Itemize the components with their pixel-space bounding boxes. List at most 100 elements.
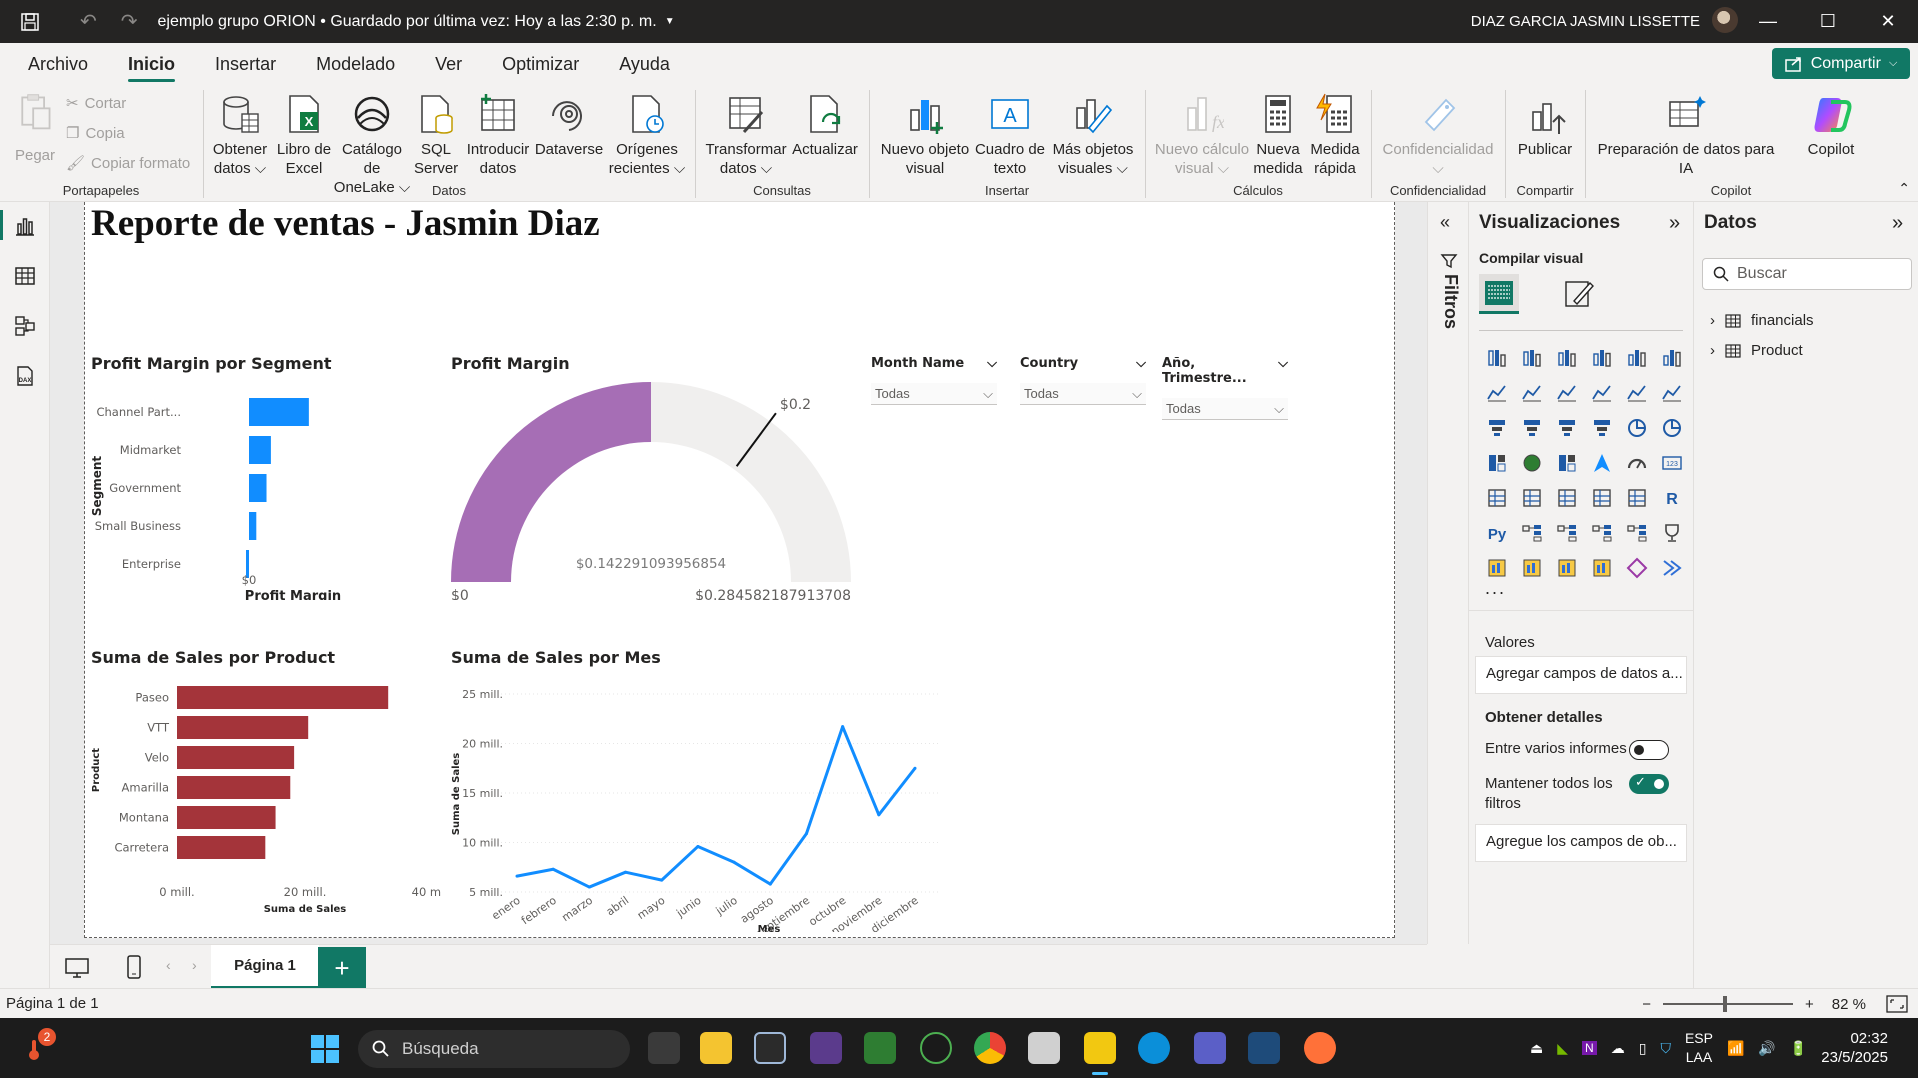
r-visual-icon[interactable]: R — [1654, 480, 1689, 515]
stacked-column-icon[interactable] — [1514, 340, 1549, 375]
tab-modelado[interactable]: Modelado — [296, 43, 415, 86]
chevron-right-icon[interactable]: › — [1710, 312, 1715, 329]
onenote-icon[interactable]: N — [1582, 1041, 1597, 1055]
ai-data-prep-button[interactable]: Preparación de datos para IA — [1596, 92, 1776, 178]
enter-data-button[interactable]: Introducir datos — [466, 92, 530, 178]
app-icon[interactable] — [1028, 1032, 1060, 1064]
zoom-in-button[interactable]: + — [1805, 996, 1814, 1013]
redo-icon[interactable]: ↷ — [121, 9, 138, 34]
more-visuals-button[interactable]: Más objetos visuales ⌵ — [1050, 92, 1136, 178]
task-view-icon[interactable] — [648, 1032, 680, 1064]
map-icon[interactable] — [1514, 445, 1549, 480]
profit-margin-gauge[interactable]: $0.2 $0.142291093956854 $0 $0.2845821879137… — [445, 376, 865, 600]
zoom-slider-thumb[interactable] — [1723, 996, 1728, 1012]
volume-icon[interactable]: 🔊 — [1758, 1040, 1775, 1057]
table-financials[interactable]: › financials — [1710, 312, 1814, 329]
teams-icon[interactable] — [1194, 1032, 1226, 1064]
table-product[interactable]: › Product — [1710, 342, 1803, 359]
mobile-layout-icon[interactable] — [126, 955, 142, 979]
zoom-level[interactable]: 82 % — [1832, 996, 1866, 1013]
expand-icon[interactable]: « — [1440, 212, 1450, 233]
format-painter-button[interactable]: 🖌 Copiar formato — [66, 154, 190, 173]
qa-icon[interactable] — [1584, 515, 1619, 550]
excel-button[interactable]: X Libro de Excel — [274, 92, 334, 178]
nvidia-icon[interactable]: ◣ — [1557, 1040, 1568, 1057]
chevron-down-icon[interactable]: ⌵ — [1136, 356, 1146, 371]
firefox-icon[interactable] — [1304, 1032, 1336, 1064]
mongodb-icon[interactable] — [920, 1032, 952, 1064]
report-title[interactable]: Reporte de ventas - Jasmin Diaz — [91, 202, 600, 245]
ribbon-icon[interactable] — [1479, 410, 1514, 445]
values-field-well[interactable]: Agregar campos de datos a... — [1475, 656, 1687, 694]
tab-ayuda[interactable]: Ayuda — [599, 43, 690, 86]
matrix-icon[interactable] — [1619, 480, 1654, 515]
python-visual-icon[interactable]: Py — [1479, 515, 1514, 550]
chevron-down-icon[interactable]: ⌵ — [1278, 356, 1288, 386]
slicer-month-name[interactable]: Month Name ⌵ Todas ⌵ — [871, 356, 997, 405]
gauge-icon[interactable] — [1619, 445, 1654, 480]
clustered-bar-icon[interactable] — [1549, 340, 1584, 375]
area-icon[interactable] — [1514, 375, 1549, 410]
power-bi-icon[interactable] — [1084, 1032, 1116, 1064]
slicer-dropdown[interactable]: Todas ⌵ — [1020, 383, 1146, 405]
battery-icon[interactable]: 🔋 — [1790, 1040, 1807, 1057]
power-automate-icon[interactable] — [1549, 550, 1584, 585]
chevron-down-icon[interactable]: ⌵ — [987, 356, 997, 371]
close-button[interactable]: ✕ — [1858, 0, 1918, 43]
refresh-button[interactable]: Actualizar — [788, 92, 862, 159]
decomposition-tree-icon[interactable] — [1549, 515, 1584, 550]
document-title[interactable]: ejemplo grupo ORION • Guardado por últim… — [158, 13, 657, 31]
slicer-dropdown[interactable]: Todas ⌵ — [1162, 398, 1288, 420]
zoom-slider[interactable] — [1663, 996, 1794, 1012]
new-measure-button[interactable]: Nueva medida — [1250, 92, 1306, 178]
get-data-button[interactable]: Obtener datos ⌵ — [210, 92, 270, 178]
page-tab-1[interactable]: Página 1 — [211, 945, 319, 989]
100-bar-icon[interactable] — [1619, 340, 1654, 375]
waterfall-icon[interactable] — [1514, 410, 1549, 445]
report-page[interactable]: Reporte de ventas - Jasmin Diaz Profit M… — [84, 202, 1395, 938]
clock[interactable]: 02:32 23/5/2025 — [1821, 1029, 1888, 1067]
new-visual-button[interactable]: Nuevo objeto visual — [880, 92, 970, 178]
add-page-button[interactable]: + — [318, 947, 366, 989]
keep-filters-toggle[interactable]: ✓ — [1629, 774, 1669, 794]
data-search-input[interactable]: Buscar — [1702, 258, 1912, 290]
card-icon[interactable]: 123 — [1654, 445, 1689, 480]
minimize-button[interactable]: — — [1738, 0, 1798, 43]
snipping-tool-icon[interactable] — [810, 1032, 842, 1064]
avatar[interactable] — [1712, 7, 1738, 33]
goals-icon[interactable] — [1654, 515, 1689, 550]
windows-start-icon[interactable] — [310, 1034, 340, 1064]
multi-row-card-icon[interactable] — [1479, 480, 1514, 515]
sales-product-chart[interactable]: Paseo VTT Velo Amarilla Montana Carretera Prod… — [89, 670, 441, 932]
sales-month-chart[interactable]: 5 mill. 10 mill. 15 mill. 20 mill. 25 mill. S… — [445, 670, 1029, 932]
tab-archivo[interactable]: Archivo — [8, 43, 108, 86]
desktop-layout-icon[interactable] — [64, 957, 90, 979]
collapse-pane-icon[interactable]: » — [1669, 212, 1680, 235]
format-visual-icon[interactable] — [1563, 278, 1595, 310]
chevron-right-icon[interactable]: › — [192, 957, 197, 973]
slicer-country[interactable]: Country ⌵ Todas ⌵ — [1020, 356, 1146, 405]
donut-icon[interactable] — [1654, 410, 1689, 445]
scatter-icon[interactable] — [1584, 410, 1619, 445]
key-influencers-icon[interactable] — [1514, 515, 1549, 550]
chevron-down-icon[interactable]: ▼ — [665, 16, 675, 27]
tab-inicio[interactable]: Inicio — [108, 43, 195, 86]
undo-icon[interactable]: ↶ — [80, 9, 97, 34]
drillthrough-field-well[interactable]: Agregue los campos de ob... — [1475, 824, 1687, 862]
filled-map-icon[interactable] — [1549, 445, 1584, 480]
chevron-right-icon[interactable]: › — [1710, 342, 1715, 359]
azure-map-icon[interactable] — [1584, 445, 1619, 480]
funnel-icon[interactable] — [1549, 410, 1584, 445]
copy-button[interactable]: ❐ Copia — [66, 124, 125, 143]
sql-server-button[interactable]: SQL Server — [414, 92, 458, 178]
build-visual-tab[interactable] — [1479, 274, 1519, 314]
textbox-button[interactable]: A Cuadro de texto — [972, 92, 1048, 178]
powerapps-diamond-icon[interactable] — [1619, 550, 1654, 585]
sensitivity-button[interactable]: Confidencialidad ⌵ — [1378, 92, 1498, 178]
line-clustered-column-icon[interactable] — [1654, 375, 1689, 410]
onedrive-icon[interactable]: ☁ — [1611, 1040, 1625, 1057]
device-icon[interactable]: ▯ — [1639, 1040, 1647, 1057]
pm-segment-chart[interactable]: Channel Part... Midmarket Government Small … — [89, 376, 389, 600]
dataverse-button[interactable]: Dataverse — [534, 92, 604, 159]
slicer-dropdown[interactable]: Todas ⌵ — [871, 383, 997, 405]
